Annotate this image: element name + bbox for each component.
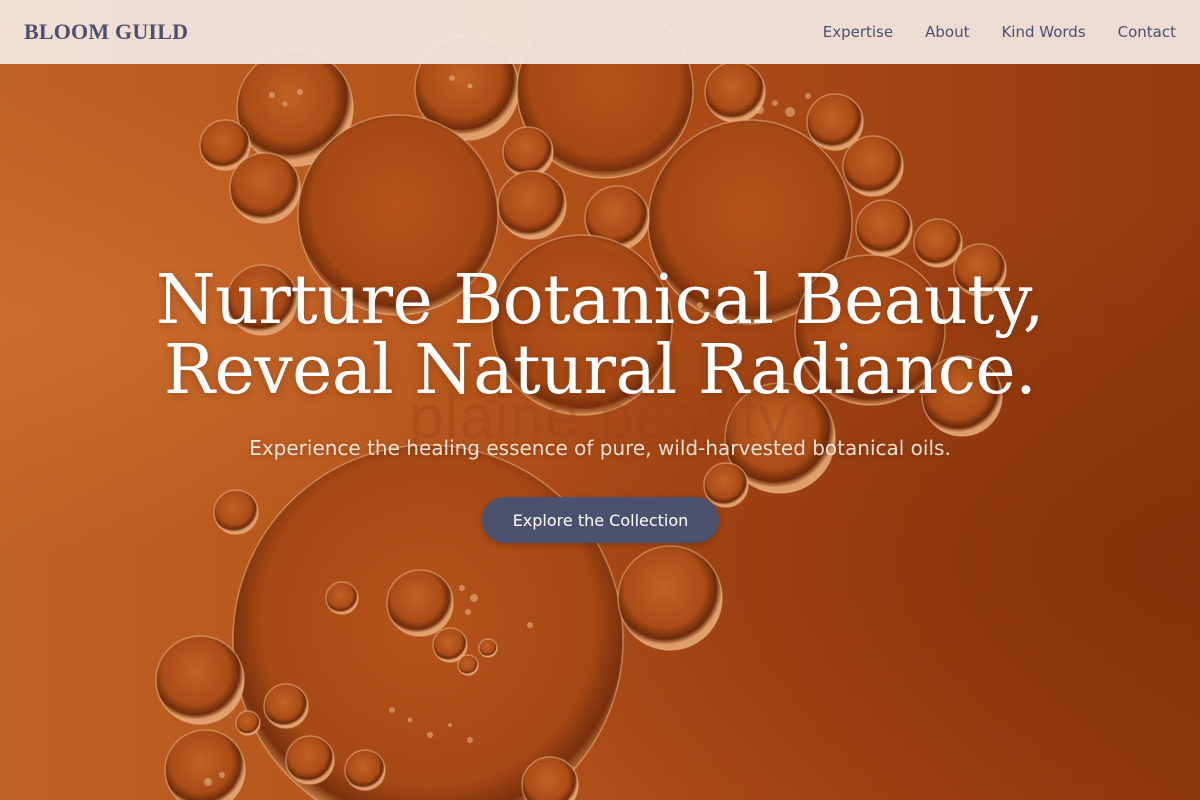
hero-section: plaine.beauty Nurture Botanical Beauty, … xyxy=(0,0,1200,800)
explore-collection-button[interactable]: Explore the Collection xyxy=(482,497,719,543)
site-header: BLOOM GUILD Expertise About Kind Words C… xyxy=(0,0,1200,64)
hero-headline-line-2: Reveal Natural Radiance. xyxy=(163,331,1037,410)
nav-link-about[interactable]: About xyxy=(925,23,969,41)
main-nav: Expertise About Kind Words Contact xyxy=(823,23,1176,41)
brand-logo[interactable]: BLOOM GUILD xyxy=(24,19,188,45)
hero-headline: Nurture Botanical Beauty, Reveal Natural… xyxy=(0,266,1200,406)
nav-link-expertise[interactable]: Expertise xyxy=(823,23,893,41)
page: BLOOM GUILD Expertise About Kind Words C… xyxy=(0,0,1200,800)
nav-link-contact[interactable]: Contact xyxy=(1118,23,1176,41)
hero-subheadline: Experience the healing essence of pure, … xyxy=(249,436,951,460)
hero-headline-line-1: Nurture Botanical Beauty, xyxy=(156,261,1044,340)
nav-link-kind-words[interactable]: Kind Words xyxy=(1001,23,1085,41)
